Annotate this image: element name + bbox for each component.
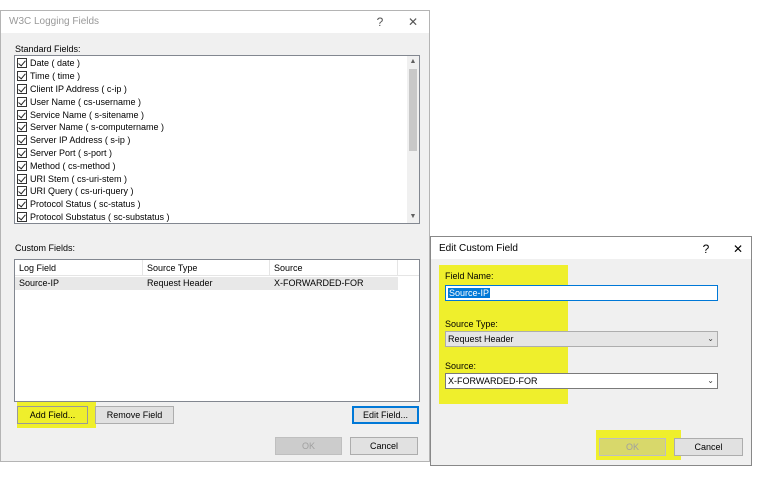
scroll-down-icon[interactable]: ▼ bbox=[407, 211, 419, 223]
scroll-thumb[interactable] bbox=[409, 69, 417, 151]
source-label: Source: bbox=[445, 361, 477, 371]
standard-field-item[interactable]: URI Query ( cs-uri-query ) bbox=[17, 185, 134, 198]
edit-close-icon[interactable]: ✕ bbox=[729, 241, 747, 257]
chevron-down-icon: ⌄ bbox=[707, 334, 714, 343]
source-type-value: Request Header bbox=[448, 334, 514, 344]
edit-title-bar: Edit Custom Field ? ✕ bbox=[431, 237, 751, 259]
cell-source-type: Request Header bbox=[147, 278, 213, 288]
help-button[interactable]: ? bbox=[371, 14, 389, 30]
standard-field-item[interactable]: Client IP Address ( c-ip ) bbox=[17, 83, 127, 96]
cell-log-field: Source-IP bbox=[19, 278, 60, 288]
source-combobox[interactable]: X-FORWARDED-FOR ⌄ bbox=[445, 373, 718, 389]
source-type-label: Source Type: bbox=[445, 319, 498, 329]
checkbox-checked-icon[interactable] bbox=[17, 199, 27, 210]
listview-header: Log Field Source Type Source bbox=[15, 260, 419, 276]
standard-field-item[interactable]: Server IP Address ( s-ip ) bbox=[17, 134, 130, 147]
scroll-up-icon[interactable]: ▲ bbox=[407, 56, 419, 68]
custom-fields-label: Custom Fields: bbox=[15, 243, 76, 253]
standard-field-item[interactable]: Service Name ( s-sitename ) bbox=[17, 108, 144, 121]
edit-field-button[interactable]: Edit Field... bbox=[352, 406, 419, 424]
source-value: X-FORWARDED-FOR bbox=[448, 376, 538, 386]
remove-field-button[interactable]: Remove Field bbox=[95, 406, 174, 424]
w3c-logging-fields-dialog: W3C Logging Fields ? ✕ Standard Fields: … bbox=[0, 10, 430, 462]
ok-button[interactable]: OK bbox=[275, 437, 342, 455]
add-field-button[interactable]: Add Field... bbox=[17, 406, 88, 424]
column-header-source-type[interactable]: Source Type bbox=[143, 260, 270, 276]
standard-field-item[interactable]: Date ( date ) bbox=[17, 57, 80, 70]
standard-field-item[interactable]: Protocol Substatus ( sc-substatus ) bbox=[17, 211, 170, 223]
field-name-label: Field Name: bbox=[445, 271, 494, 281]
column-header-source[interactable]: Source bbox=[270, 260, 398, 276]
field-name-input[interactable]: Source-IP bbox=[445, 285, 718, 301]
checkbox-checked-icon[interactable] bbox=[17, 58, 27, 69]
checkbox-checked-icon[interactable] bbox=[17, 96, 27, 107]
checkbox-checked-icon[interactable] bbox=[17, 83, 27, 94]
standard-field-item[interactable]: URI Stem ( cs-uri-stem ) bbox=[17, 172, 127, 185]
checkbox-checked-icon[interactable] bbox=[17, 122, 27, 133]
standard-field-item[interactable]: Method ( cs-method ) bbox=[17, 159, 116, 172]
standard-fields-scrollbar[interactable]: ▲ ▼ bbox=[407, 56, 419, 223]
custom-fields-listview[interactable]: Log Field Source Type Source Source-IP R… bbox=[14, 259, 420, 402]
checkbox-checked-icon[interactable] bbox=[17, 109, 27, 120]
column-header-log-field[interactable]: Log Field bbox=[15, 260, 143, 276]
checkbox-checked-icon[interactable] bbox=[17, 147, 27, 158]
standard-field-item[interactable]: Protocol Status ( sc-status ) bbox=[17, 198, 141, 211]
cell-source: X-FORWARDED-FOR bbox=[274, 278, 364, 288]
dialog-title: W3C Logging Fields bbox=[9, 16, 100, 27]
standard-field-item[interactable]: User Name ( cs-username ) bbox=[17, 95, 141, 108]
checkbox-checked-icon[interactable] bbox=[17, 186, 27, 197]
standard-fields-label: Standard Fields: bbox=[15, 44, 81, 54]
edit-dialog-title: Edit Custom Field bbox=[439, 243, 518, 254]
standard-fields-list[interactable]: Date ( date ) Time ( time ) Client IP Ad… bbox=[14, 55, 420, 224]
checkbox-checked-icon[interactable] bbox=[17, 211, 27, 222]
edit-cancel-button[interactable]: Cancel bbox=[674, 438, 743, 456]
standard-field-item[interactable]: Server Name ( s-computername ) bbox=[17, 121, 164, 134]
standard-field-item[interactable]: Time ( time ) bbox=[17, 70, 80, 83]
checkbox-checked-icon[interactable] bbox=[17, 71, 27, 82]
cancel-button[interactable]: Cancel bbox=[350, 437, 418, 455]
checkbox-checked-icon[interactable] bbox=[17, 173, 27, 184]
edit-help-button[interactable]: ? bbox=[697, 241, 715, 257]
edit-custom-field-dialog: Edit Custom Field ? ✕ Field Name: Source… bbox=[430, 236, 752, 466]
close-icon[interactable]: ✕ bbox=[404, 14, 422, 30]
edit-ok-button[interactable]: OK bbox=[599, 438, 666, 456]
field-name-value: Source-IP bbox=[448, 288, 491, 298]
table-row[interactable]: Source-IP Request Header X-FORWARDED-FOR bbox=[15, 277, 398, 290]
standard-field-item[interactable]: Server Port ( s-port ) bbox=[17, 147, 112, 160]
chevron-down-icon: ⌄ bbox=[707, 376, 714, 385]
checkbox-checked-icon[interactable] bbox=[17, 160, 27, 171]
source-type-dropdown[interactable]: Request Header ⌄ bbox=[445, 331, 718, 347]
checkbox-checked-icon[interactable] bbox=[17, 135, 27, 146]
title-bar: W3C Logging Fields ? ✕ bbox=[1, 11, 429, 33]
